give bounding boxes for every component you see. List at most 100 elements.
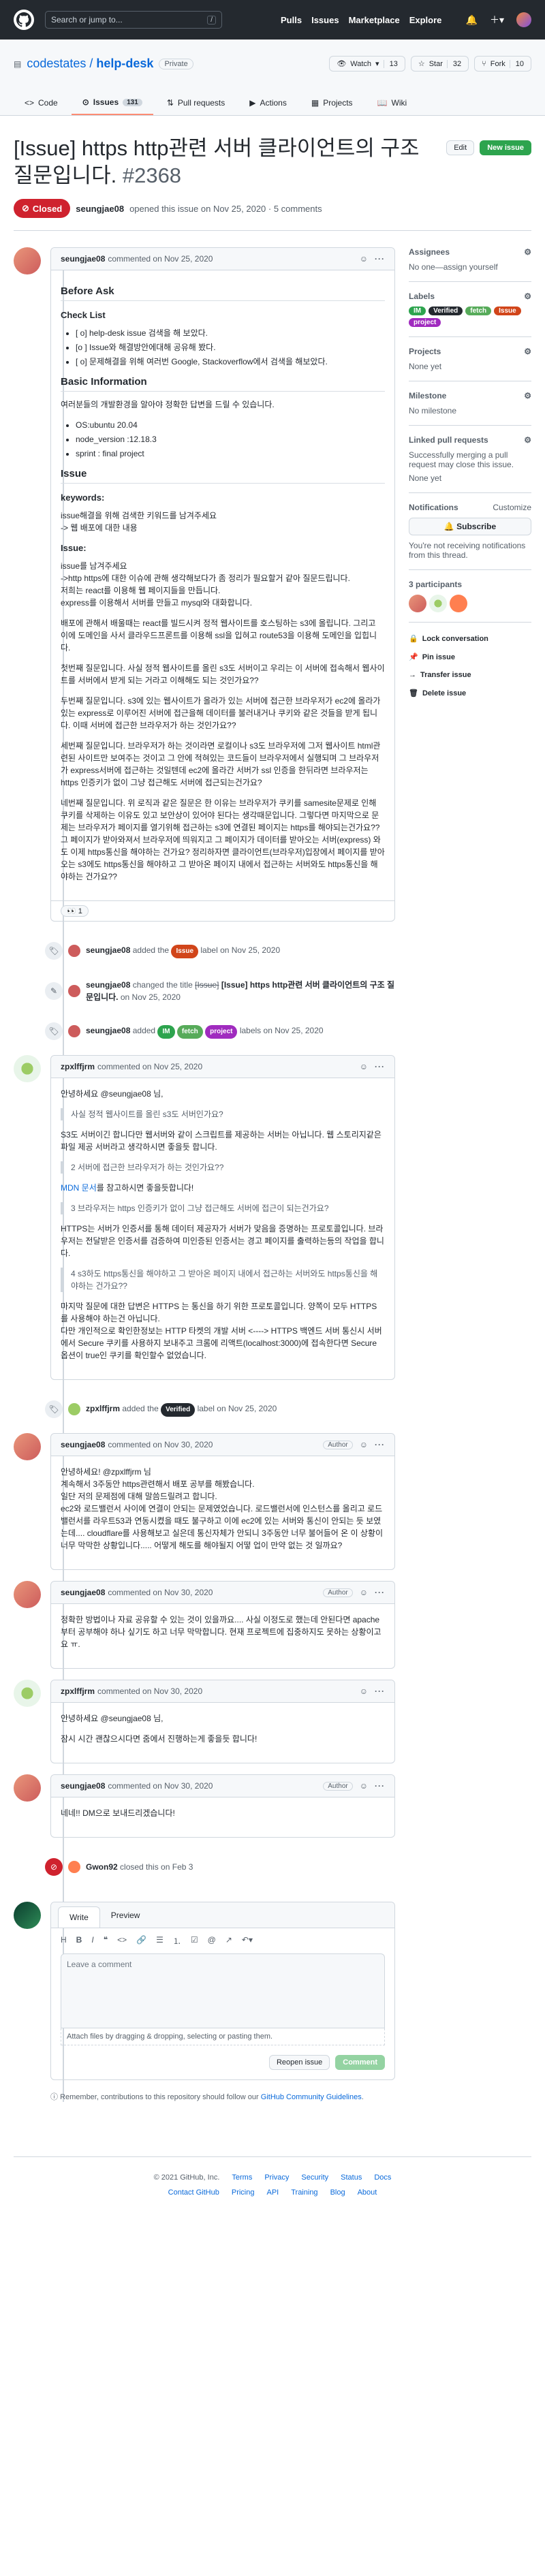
kebab-menu-icon[interactable]: ··· (375, 1588, 385, 1597)
avatar[interactable] (14, 1902, 41, 1929)
tab-pull-requests[interactable]: ⇅ Pull requests (156, 91, 236, 115)
comment-author[interactable]: seungjae08 (61, 1588, 105, 1597)
community-guidelines-link[interactable]: GitHub Community Guidelines (261, 2093, 362, 2101)
smiley-icon[interactable]: ☺ (360, 1062, 368, 1071)
label-issue[interactable]: Issue (494, 307, 521, 315)
bullet-list-icon[interactable]: ☰ (156, 1935, 164, 1947)
kebab-menu-icon[interactable]: ··· (375, 1440, 385, 1449)
new-issue-button[interactable]: New issue (480, 140, 531, 155)
numbered-list-icon[interactable]: ⒈ (173, 1935, 181, 1947)
avatar[interactable] (68, 945, 80, 957)
avatar[interactable] (14, 1581, 41, 1608)
smiley-icon[interactable]: ☺ (360, 1588, 368, 1597)
customize-link[interactable]: Customize (493, 503, 531, 512)
comment-author[interactable]: zpxlffjrm (61, 1062, 95, 1071)
nav-issues[interactable]: Issues (311, 15, 339, 25)
event-user[interactable]: Gwon92 (86, 1862, 118, 1872)
label-im[interactable]: IM (409, 307, 426, 315)
mdn-link[interactable]: MDN 문서 (61, 1183, 97, 1193)
footer-link-training[interactable]: Training (291, 2188, 317, 2197)
fork-button[interactable]: ⑂ Fork 10 (474, 56, 531, 72)
footer-link-contact[interactable]: Contact GitHub (168, 2188, 219, 2197)
gear-icon[interactable]: ⚙ (524, 247, 531, 257)
event-user[interactable]: seungjae08 (86, 980, 130, 990)
gear-icon[interactable]: ⚙ (524, 292, 531, 301)
link-icon[interactable]: 🔗 (136, 1935, 146, 1947)
plus-dropdown-icon[interactable]: ＋▾ (490, 13, 504, 27)
event-user[interactable]: seungjae08 (86, 1026, 130, 1035)
avatar[interactable] (14, 1680, 41, 1707)
footer-link-api[interactable]: API (266, 2188, 279, 2197)
tab-wiki[interactable]: 📖 Wiki (367, 91, 418, 115)
milestone-title[interactable]: Milestone (409, 391, 446, 400)
avatar[interactable] (14, 1055, 41, 1082)
smiley-icon[interactable]: ☺ (360, 1686, 368, 1696)
labels-title[interactable]: Labels (409, 292, 435, 301)
bold-icon[interactable]: B (76, 1935, 82, 1947)
tab-actions[interactable]: ▶ Actions (238, 91, 298, 115)
footer-link-terms[interactable]: Terms (232, 2173, 252, 2182)
projects-title[interactable]: Projects (409, 347, 441, 356)
quote-icon[interactable]: ❝ (104, 1935, 108, 1947)
tab-code[interactable]: <> Code (14, 91, 69, 115)
footer-link-about[interactable]: About (358, 2188, 377, 2197)
gear-icon[interactable]: ⚙ (524, 347, 531, 356)
tab-write[interactable]: Write (58, 1906, 100, 1928)
attach-files-area[interactable]: Attach files by dragging & dropping, sel… (61, 2028, 385, 2045)
watch-button[interactable]: 👁 Watch ▾ 13 (329, 56, 405, 72)
footer-link-security[interactable]: Security (301, 2173, 328, 2182)
kebab-menu-icon[interactable]: ··· (375, 1781, 385, 1791)
smiley-icon[interactable]: ☺ (360, 1781, 368, 1791)
delete-issue-button[interactable]: 🗑 Delete issue (409, 684, 531, 702)
event-user[interactable]: zpxlffjrm (86, 1404, 120, 1413)
tab-projects[interactable]: ▦ Projects (300, 91, 364, 115)
reply-icon[interactable]: ↶▾ (242, 1935, 253, 1947)
avatar[interactable] (68, 1025, 80, 1037)
comment-author[interactable]: zpxlffjrm (61, 1686, 95, 1696)
heading-icon[interactable]: H (61, 1935, 67, 1947)
comment-author[interactable]: seungjae08 (61, 1781, 105, 1791)
avatar[interactable] (68, 985, 80, 997)
kebab-menu-icon[interactable]: ··· (375, 1686, 385, 1696)
avatar[interactable] (429, 595, 447, 612)
gear-icon[interactable]: ⚙ (524, 391, 531, 400)
bell-icon[interactable]: 🔔 (466, 14, 478, 26)
label-fetch[interactable]: fetch (176, 1024, 203, 1039)
avatar[interactable] (68, 1861, 80, 1873)
label-project[interactable]: project (409, 318, 441, 327)
subscribe-button[interactable]: 🔔 Subscribe (409, 518, 531, 535)
reaction-pill[interactable]: 👀 1 (61, 905, 89, 917)
footer-link-privacy[interactable]: Privacy (264, 2173, 289, 2182)
transfer-issue-button[interactable]: → Transfer issue (409, 666, 531, 684)
code-icon[interactable]: <> (117, 1935, 127, 1947)
kebab-menu-icon[interactable]: ··· (375, 1062, 385, 1071)
label-fetch[interactable]: fetch (465, 307, 492, 315)
avatar[interactable] (14, 1433, 41, 1460)
star-button[interactable]: ☆ Star 32 (410, 56, 469, 72)
search-input[interactable]: Search or jump to... / (45, 11, 222, 29)
avatar[interactable] (450, 595, 467, 612)
comment-author[interactable]: seungjae08 (61, 1440, 105, 1449)
label-im[interactable]: IM (157, 1024, 175, 1039)
nav-marketplace[interactable]: Marketplace (349, 15, 400, 25)
comment-author[interactable]: seungjae08 (61, 254, 105, 264)
reopen-issue-button[interactable]: Reopen issue (268, 2055, 330, 2070)
comment-textarea[interactable]: Leave a comment (61, 1953, 385, 2028)
label-verified[interactable]: Verified (429, 307, 463, 315)
tab-preview[interactable]: Preview (100, 1905, 151, 1926)
nav-explore[interactable]: Explore (409, 15, 442, 25)
smiley-icon[interactable]: ☺ (360, 254, 368, 264)
tab-issues[interactable]: ⊙ Issues 131 (71, 91, 153, 115)
user-avatar[interactable] (516, 12, 531, 27)
avatar[interactable] (14, 1774, 41, 1802)
footer-link-docs[interactable]: Docs (374, 2173, 391, 2182)
footer-link-status[interactable]: Status (341, 2173, 362, 2182)
assignees-title[interactable]: Assignees (409, 247, 450, 257)
lock-conversation-button[interactable]: 🔒 Lock conversation (409, 629, 531, 648)
assignees-value[interactable]: No one—assign yourself (409, 262, 531, 272)
smiley-icon[interactable]: ☺ (360, 1440, 368, 1449)
gear-icon[interactable]: ⚙ (524, 435, 531, 445)
italic-icon[interactable]: I (91, 1935, 93, 1947)
nav-pulls[interactable]: Pulls (281, 15, 302, 25)
edit-button[interactable]: Edit (446, 140, 475, 155)
